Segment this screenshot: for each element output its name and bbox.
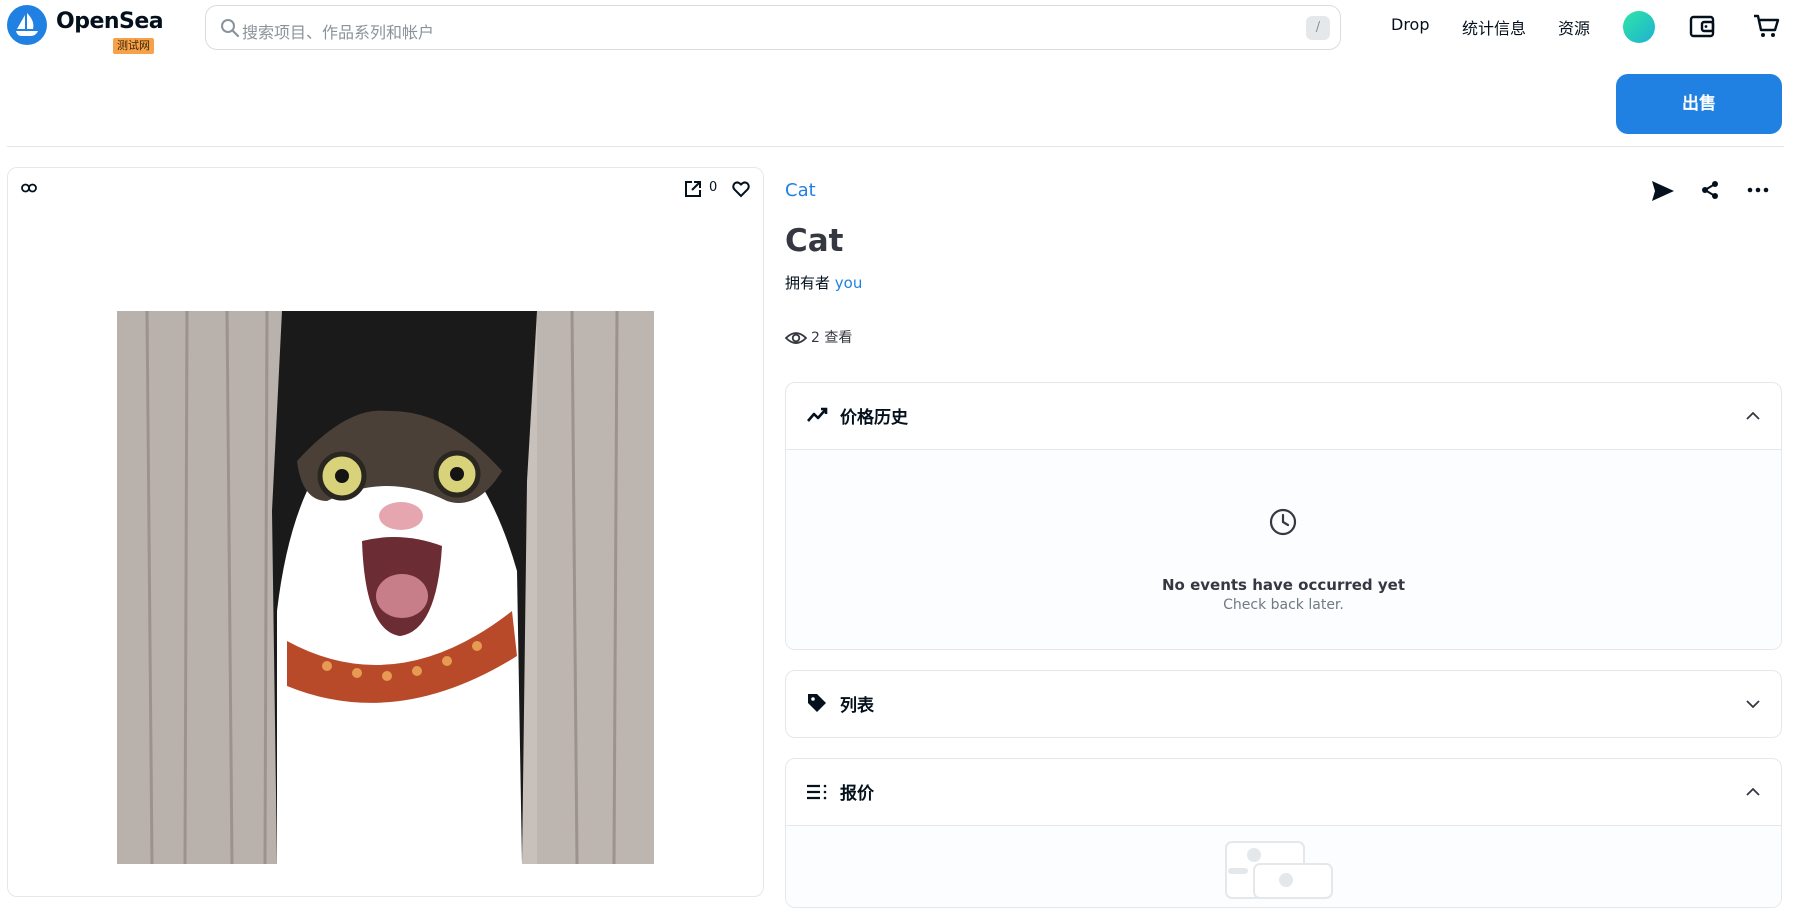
header-divider: [7, 146, 1784, 147]
heart-icon[interactable]: [732, 180, 750, 198]
chevron-down-icon[interactable]: [1745, 697, 1761, 711]
sell-button[interactable]: 出售: [1616, 74, 1782, 134]
nav-drop[interactable]: Drop: [1391, 15, 1430, 34]
views-count: 2 查看: [811, 330, 853, 346]
user-avatar[interactable]: [1623, 11, 1655, 43]
transfer-icon[interactable]: [1650, 179, 1676, 203]
eye-icon: [784, 332, 808, 344]
empty-state-title: No events have occurred yet: [1162, 576, 1405, 594]
tag-icon: [808, 694, 826, 712]
chain-link-icon[interactable]: [20, 179, 38, 197]
offers-header[interactable]: 报价: [786, 759, 1781, 825]
listings-header[interactable]: 列表: [786, 671, 1781, 737]
wallet-icon[interactable]: [1688, 12, 1716, 40]
listings-panel: 列表: [785, 670, 1782, 738]
open-external-icon[interactable]: [684, 180, 702, 198]
owner-link[interactable]: you: [835, 274, 863, 292]
search-icon: [221, 19, 240, 38]
nav-stats[interactable]: 统计信息: [1462, 15, 1526, 39]
nft-image[interactable]: [117, 311, 654, 864]
clock-icon: [1269, 508, 1297, 536]
brand-name[interactable]: OpenSea: [56, 9, 164, 34]
chevron-up-icon[interactable]: [1745, 409, 1761, 423]
item-title: Cat: [785, 223, 844, 259]
list-icon: [807, 784, 827, 800]
search-bar[interactable]: 搜索项目、作品系列和帐户 /: [205, 5, 1341, 50]
favorites-count: 0: [709, 180, 718, 195]
owner-row: 拥有者 you: [785, 272, 862, 293]
collection-link[interactable]: Cat: [785, 180, 816, 201]
cart-icon[interactable]: [1752, 12, 1780, 40]
opensea-logo[interactable]: [7, 5, 47, 45]
offers-title: 报价: [840, 784, 874, 804]
offers-panel: 报价: [785, 758, 1782, 908]
listings-title: 列表: [840, 696, 874, 716]
price-history-body: No events have occurred yet Check back l…: [786, 449, 1781, 649]
price-history-panel: 价格历史 No events have occurred yet Check b…: [785, 382, 1782, 650]
more-options-icon[interactable]: [1746, 185, 1770, 195]
price-history-title: 价格历史: [840, 408, 908, 428]
testnet-badge: 测试网: [113, 38, 154, 54]
price-history-header[interactable]: 价格历史: [786, 383, 1781, 449]
empty-offers-illustration-icon: [1225, 841, 1333, 899]
chevron-up-icon[interactable]: [1745, 785, 1761, 799]
offers-body: [786, 825, 1781, 907]
owner-prefix: 拥有者: [785, 274, 831, 292]
search-input[interactable]: 搜索项目、作品系列和帐户: [242, 19, 434, 43]
empty-state-subtitle: Check back later.: [1223, 597, 1344, 613]
trending-line-icon: [807, 407, 828, 422]
nav-resources[interactable]: 资源: [1558, 15, 1590, 39]
share-icon[interactable]: [1700, 180, 1720, 200]
search-shortcut-key: /: [1306, 16, 1330, 40]
sailboat-icon: [16, 13, 38, 36]
cat-image: [117, 311, 654, 864]
views-row: 2 查看: [784, 327, 853, 347]
